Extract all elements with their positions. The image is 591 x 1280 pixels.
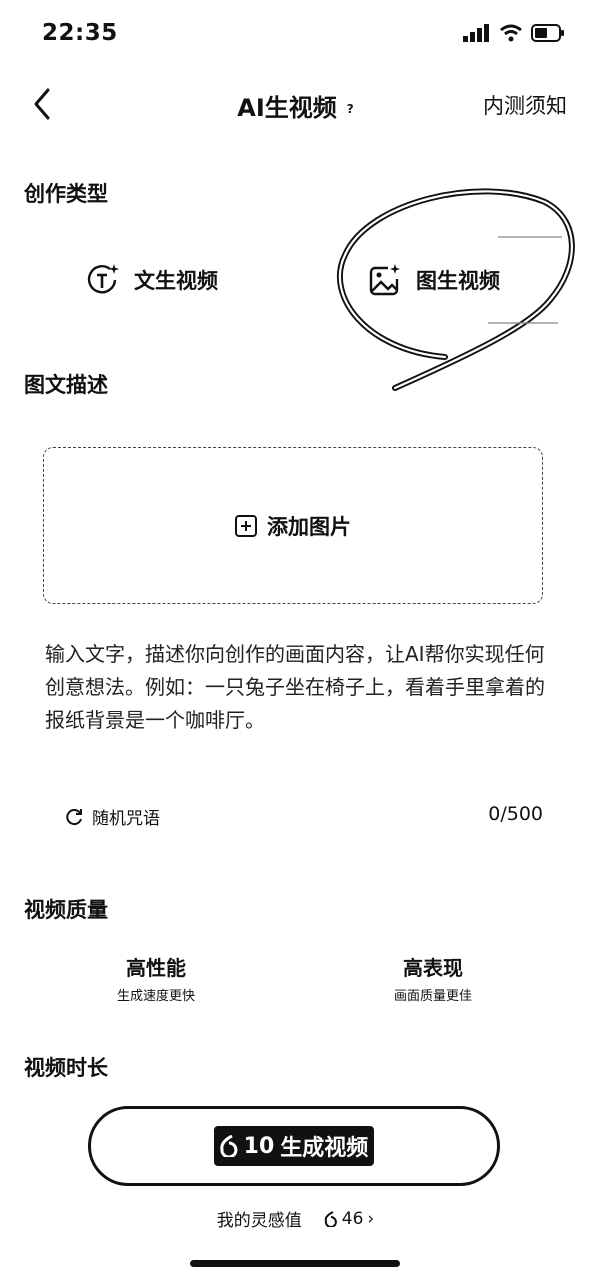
chevron-right-icon: › <box>367 1208 375 1229</box>
status-time: 22:35 <box>42 20 118 46</box>
add-image-label: 添加图片 <box>267 514 351 539</box>
image-text-label: 图文描述 <box>24 373 108 397</box>
quality-title: 高性能 <box>126 956 186 980</box>
creation-type-label: 创作类型 <box>24 182 108 206</box>
inspiration-value-row[interactable]: 我的灵感值 46 › <box>0 1206 591 1232</box>
inspiration-value: 46 <box>341 1208 364 1229</box>
generate-video-button[interactable]: 10 生成视频 <box>88 1106 500 1186</box>
help-icon[interactable]: ? <box>347 102 354 116</box>
video-quality-label: 视频质量 <box>24 898 108 922</box>
quality-subtitle: 生成速度更快 <box>116 989 195 1004</box>
quality-title: 高表现 <box>403 956 463 980</box>
prompt-input[interactable]: 输入文字，描述你向创作的画面内容，让AI帮你实现任何创意想法。例如：一只兔子坐在… <box>45 638 550 737</box>
refresh-icon <box>66 808 82 825</box>
video-duration-label: 视频时长 <box>24 1056 108 1080</box>
plus-icon <box>235 514 257 537</box>
text-to-video-option[interactable]: 文生视频 <box>86 263 218 297</box>
text-to-video-icon <box>87 264 119 294</box>
quality-option-performance[interactable]: 高性能 生成速度更快 <box>56 952 256 1004</box>
battery-icon <box>531 24 564 42</box>
quality-subtitle: 画面质量更佳 <box>393 989 472 1004</box>
inspiration-small-icon <box>324 1210 337 1227</box>
inspiration-icon <box>219 1135 238 1157</box>
add-image-button[interactable]: 添加图片 <box>43 447 543 604</box>
quality-option-quality[interactable]: 高表现 画面质量更佳 <box>333 952 533 1004</box>
random-prompt-label: 随机咒语 <box>92 809 160 829</box>
circle-annotation <box>337 188 575 391</box>
wifi-icon <box>500 24 522 42</box>
generate-cost: 10 <box>243 1133 275 1159</box>
random-prompt-button[interactable]: 随机咒语 <box>64 804 160 829</box>
char-counter: 0/500 <box>488 803 543 825</box>
generate-label: 生成视频 <box>280 1136 369 1161</box>
page-title-text: AI生视频 <box>237 94 337 122</box>
inspiration-label: 我的灵感值 <box>216 1211 302 1231</box>
status-icons <box>463 24 565 42</box>
beta-notice-link[interactable]: 内测须知 <box>483 90 567 120</box>
text-to-video-label: 文生视频 <box>134 269 218 293</box>
generate-button-content: 10 生成视频 <box>213 1126 375 1166</box>
home-indicator <box>190 1260 400 1267</box>
signal-icon <box>463 24 489 42</box>
inspiration-balance: 46 › <box>324 1209 374 1229</box>
